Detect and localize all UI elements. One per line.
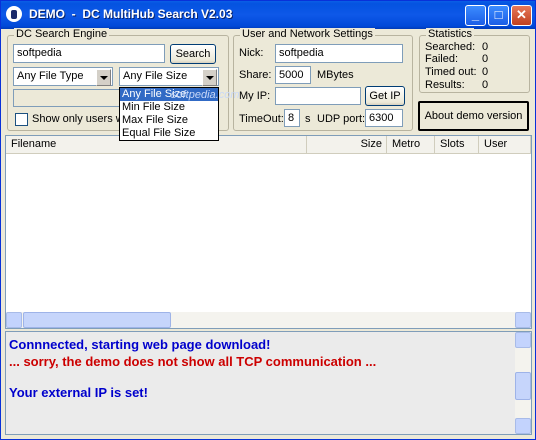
results-value: 0	[482, 79, 489, 91]
file-size-select[interactable]: Any File Size	[119, 67, 219, 86]
nick-input[interactable]: softpedia	[275, 44, 403, 63]
log-line: ... sorry, the demo does not show all TC…	[9, 354, 377, 369]
scroll-right-icon[interactable]	[515, 312, 531, 328]
horizontal-scroll-thumb[interactable]	[23, 312, 171, 328]
column-header-user[interactable]: User	[479, 136, 531, 153]
minimize-button[interactable]: _	[465, 5, 486, 26]
searched-label: Searched:	[425, 41, 476, 53]
dropdown-option[interactable]: Max File Size	[120, 114, 218, 127]
app-info-icon[interactable]	[6, 6, 22, 22]
column-header-metro[interactable]: Metro	[387, 136, 435, 153]
scroll-down-icon[interactable]	[515, 418, 531, 434]
scroll-up-icon[interactable]	[515, 332, 531, 348]
title-bar[interactable]: DEMO - DC MultiHub Search V2.03 _ □ ✕	[1, 1, 535, 29]
about-demo-button[interactable]: About demo version	[418, 101, 529, 131]
file-type-select[interactable]: Any File Type	[13, 67, 113, 86]
search-engine-group-label: DC Search Engine	[14, 28, 110, 40]
udp-port-label: UDP port:	[317, 113, 366, 125]
vertical-scroll-thumb[interactable]	[515, 372, 531, 400]
search-input[interactable]: softpedia	[13, 44, 165, 63]
failed-value: 0	[482, 53, 489, 65]
show-only-users-label: Show only users w	[32, 113, 124, 125]
searched-value: 0	[482, 41, 489, 53]
myip-label: My IP:	[239, 90, 271, 102]
log-panel[interactable]: Connnected, starting web page download! …	[5, 331, 532, 435]
file-size-value: Any File Size	[123, 70, 188, 82]
myip-input[interactable]	[275, 87, 361, 105]
close-button[interactable]: ✕	[511, 5, 532, 26]
table-header: Filename Size Metro Slots User	[6, 136, 531, 154]
scroll-left-icon[interactable]	[6, 312, 22, 328]
network-settings-group-label: User and Network Settings	[240, 28, 375, 40]
dropdown-option[interactable]: Min File Size	[120, 101, 218, 114]
nick-label: Nick:	[239, 47, 264, 59]
share-input[interactable]: 5000	[275, 66, 311, 84]
log-line: Connnected, starting web page download!	[9, 337, 271, 352]
results-label: Results:	[425, 79, 465, 91]
maximize-button[interactable]: □	[488, 5, 509, 26]
statistics-group-label: Statistics	[426, 28, 475, 40]
udp-port-input[interactable]: 6300	[365, 109, 403, 127]
results-table[interactable]: Filename Size Metro Slots User	[5, 135, 532, 329]
search-button[interactable]: Search	[170, 44, 216, 64]
timeout-unit: s	[305, 113, 311, 125]
chevron-down-icon[interactable]	[96, 69, 111, 86]
dropdown-option[interactable]: Equal File Size	[120, 127, 218, 140]
column-header-slots[interactable]: Slots	[435, 136, 479, 153]
share-unit: MBytes	[317, 69, 354, 81]
timedout-value: 0	[482, 66, 489, 78]
timeout-label: TimeOut:	[239, 113, 284, 125]
file-type-value: Any File Type	[17, 70, 84, 82]
chevron-down-icon[interactable]	[202, 69, 217, 86]
get-ip-button[interactable]: Get IP	[365, 86, 405, 106]
main-window: DEMO - DC MultiHub Search V2.03 _ □ ✕ DC…	[0, 0, 536, 440]
show-only-users-checkbox[interactable]	[15, 113, 28, 126]
column-header-size[interactable]: Size	[307, 136, 387, 153]
timeout-input[interactable]: 8	[284, 109, 300, 127]
log-line: Your external IP is set!	[9, 385, 148, 400]
failed-label: Failed:	[425, 53, 459, 65]
vertical-scrollbar[interactable]	[515, 332, 531, 434]
window-title: DEMO - DC MultiHub Search V2.03	[29, 7, 233, 21]
share-label: Share:	[239, 69, 272, 81]
watermark: softpedia.com	[171, 89, 240, 101]
horizontal-scrollbar[interactable]	[6, 312, 531, 328]
timedout-label: Timed out:	[425, 66, 477, 78]
